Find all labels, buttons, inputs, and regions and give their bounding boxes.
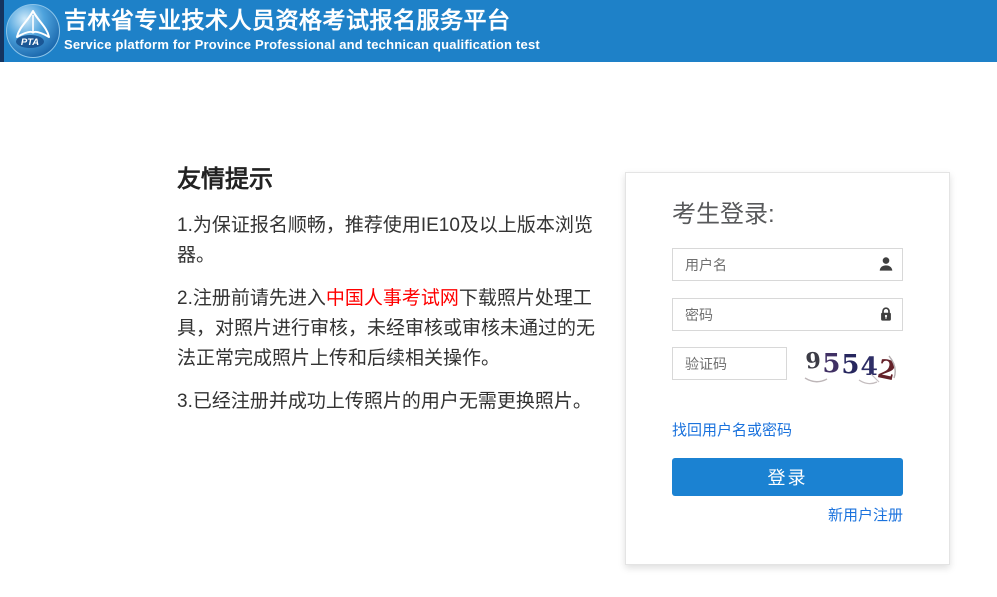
login-heading: 考生登录: [672,201,903,229]
register-link[interactable]: 新用户注册 [828,507,903,524]
pta-logo-text: PTA [21,37,39,48]
captcha-image[interactable]: 9 5 5 4 2 [801,344,903,386]
tip-1-text: 1.为保证报名顺畅，推荐使用IE10及以上版本浏览器。 [177,215,593,266]
site-subtitle: Service platform for Province Profession… [64,37,540,52]
captcha-noise-lines [801,344,905,386]
login-button[interactable]: 登录 [672,458,903,496]
tip-2-prefix: 2.注册前请先进入 [177,288,326,309]
forgot-credentials-link[interactable]: 找回用户名或密码 [672,419,792,440]
cpta-website-link[interactable]: 中国人事考试网 [326,288,459,309]
tip-3: 3.已经注册并成功上传照片的用户无需更换照片。 [177,387,607,417]
login-panel: 考生登录: 9 5 5 4 2 [625,172,950,565]
header-titles: 吉林省专业技术人员资格考试报名服务平台 Service platform for… [64,6,540,52]
username-input[interactable] [672,248,903,281]
register-row: 新用户注册 [672,504,903,525]
tips-heading: 友情提示 [177,166,607,194]
password-field-wrapper [672,298,903,331]
captcha-input[interactable] [672,347,787,380]
header-edge-strip [0,0,4,62]
captcha-row: 9 5 5 4 2 [672,347,903,387]
username-field-wrapper [672,248,903,281]
tip-3-text: 3.已经注册并成功上传照片的用户无需更换照片。 [177,391,592,412]
tips-section: 友情提示 1.为保证报名顺畅，推荐使用IE10及以上版本浏览器。 2.注册前请先… [177,166,607,430]
pta-logo-icon: PTA [5,3,61,59]
tip-2: 2.注册前请先进入中国人事考试网下载照片处理工具，对照片进行审核，未经审核或审核… [177,284,607,374]
header: PTA 吉林省专业技术人员资格考试报名服务平台 Service platform… [0,0,997,62]
tip-1: 1.为保证报名顺畅，推荐使用IE10及以上版本浏览器。 [177,211,607,271]
pta-logo: PTA [5,3,61,59]
captcha-field-wrapper [672,347,787,380]
site-title: 吉林省专业技术人员资格考试报名服务平台 [64,6,540,34]
password-input[interactable] [672,298,903,331]
page: { "header": { "title": "吉林省专业技术人员资格考试报名服… [0,0,997,597]
